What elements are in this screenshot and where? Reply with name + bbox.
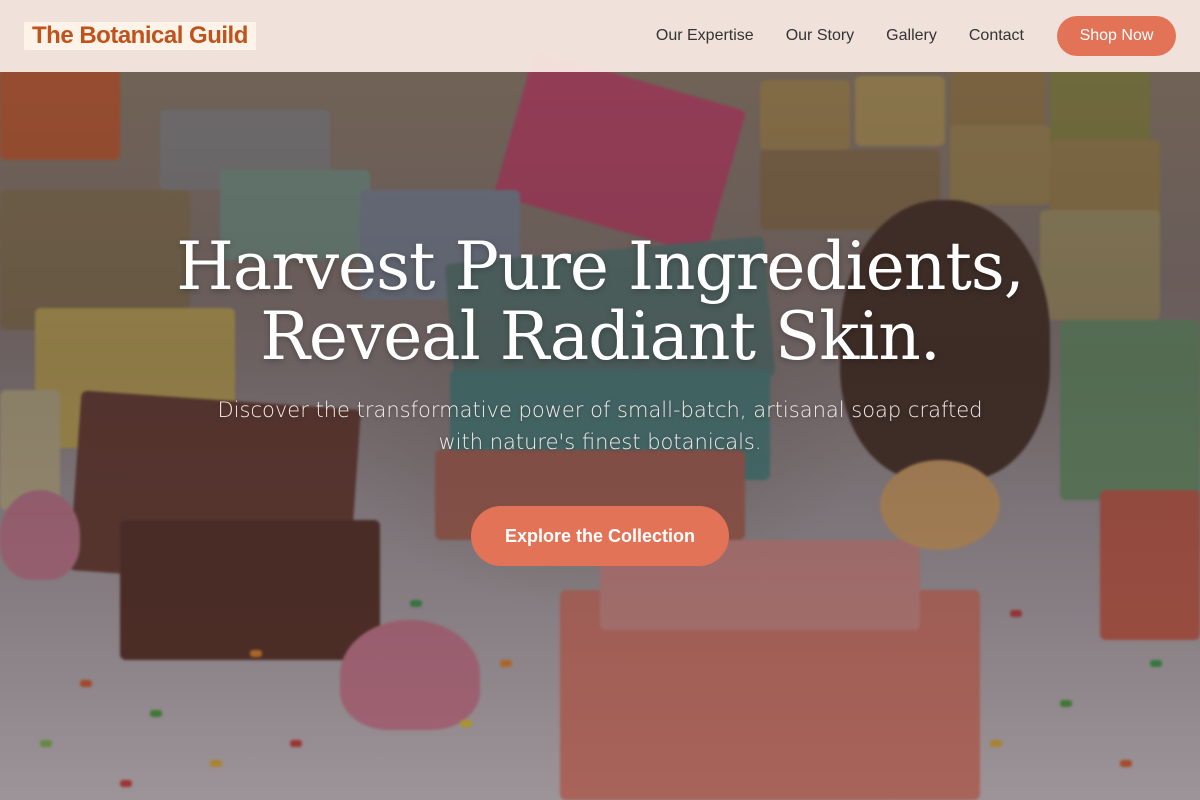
explore-collection-button[interactable]: Explore the Collection: [471, 506, 729, 566]
hero-subheadline: Discover the transformative power of sma…: [217, 398, 983, 454]
hero-headline: Harvest Pure Ingredients, Reveal Radiant…: [0, 232, 1200, 372]
shop-now-button[interactable]: Shop Now: [1057, 16, 1176, 56]
hero-content: Harvest Pure Ingredients, Reveal Radiant…: [0, 232, 1200, 458]
hero-headline-line1: Harvest Pure Ingredients,: [176, 228, 1024, 305]
nav-link-contact[interactable]: Contact: [969, 27, 1024, 45]
hero-headline-line2: Reveal Radiant Skin.: [260, 298, 941, 375]
site-header: The Botanical Guild Our Expertise Our St…: [0, 0, 1200, 72]
nav-link-gallery[interactable]: Gallery: [886, 27, 937, 45]
nav-link-our-story[interactable]: Our Story: [786, 27, 854, 45]
site-logo[interactable]: The Botanical Guild: [24, 22, 256, 50]
nav-link-our-expertise[interactable]: Our Expertise: [656, 27, 754, 45]
main-nav: Our Expertise Our Story Gallery Contact: [656, 27, 1024, 45]
